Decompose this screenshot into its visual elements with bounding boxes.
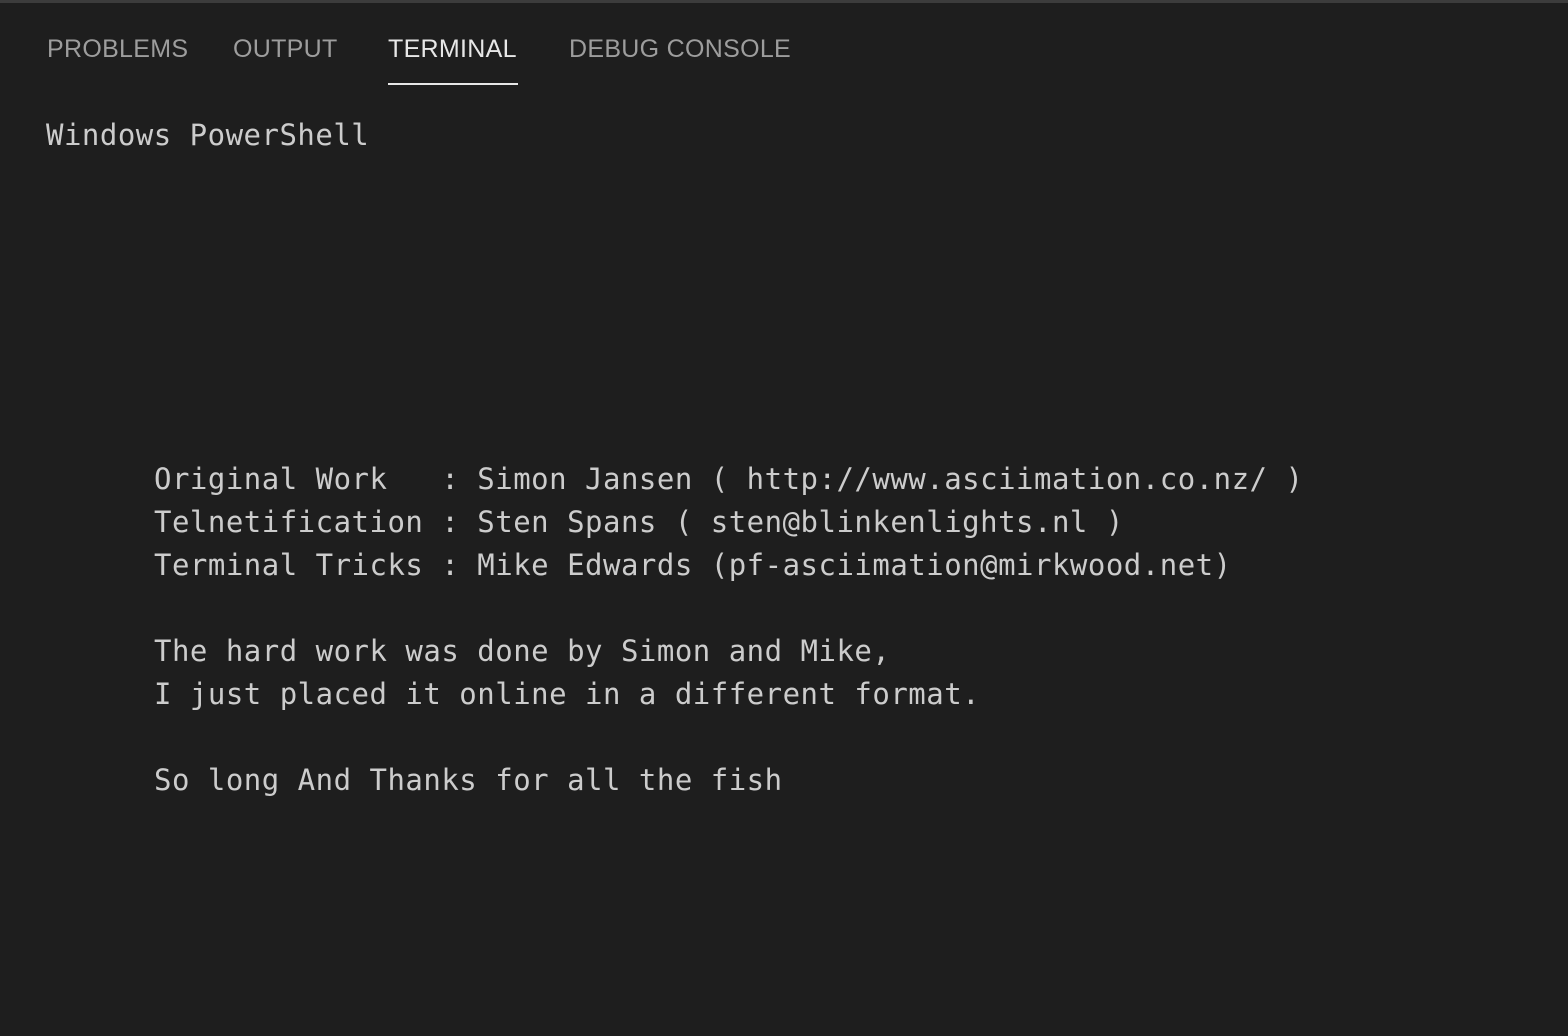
active-tab-indicator — [388, 83, 518, 85]
terminal-output[interactable]: Windows PowerShell Original Work : Simon… — [0, 86, 1568, 1036]
tab-problems[interactable]: PROBLEMS — [47, 34, 188, 64]
terminal-header: Windows PowerShell — [46, 118, 370, 152]
tab-output[interactable]: OUTPUT — [233, 34, 338, 64]
credit-line-terminal-tricks: Terminal Tricks : Mike Edwards (pf-ascii… — [154, 548, 1232, 582]
tab-terminal[interactable]: TERMINAL — [388, 34, 517, 64]
farewell-line: So long And Thanks for all the fish — [154, 763, 783, 797]
credit-line-original-work: Original Work : Simon Jansen ( http://ww… — [154, 462, 1304, 496]
credit-line-telnetification: Telnetification : Sten Spans ( sten@blin… — [154, 505, 1124, 539]
panel-tab-bar: PROBLEMS OUTPUT TERMINAL DEBUG CONSOLE — [0, 3, 1568, 85]
note-line-2: I just placed it online in a different f… — [154, 677, 981, 711]
tab-debug-console[interactable]: DEBUG CONSOLE — [569, 34, 791, 64]
note-line-1: The hard work was done by Simon and Mike… — [154, 634, 891, 668]
